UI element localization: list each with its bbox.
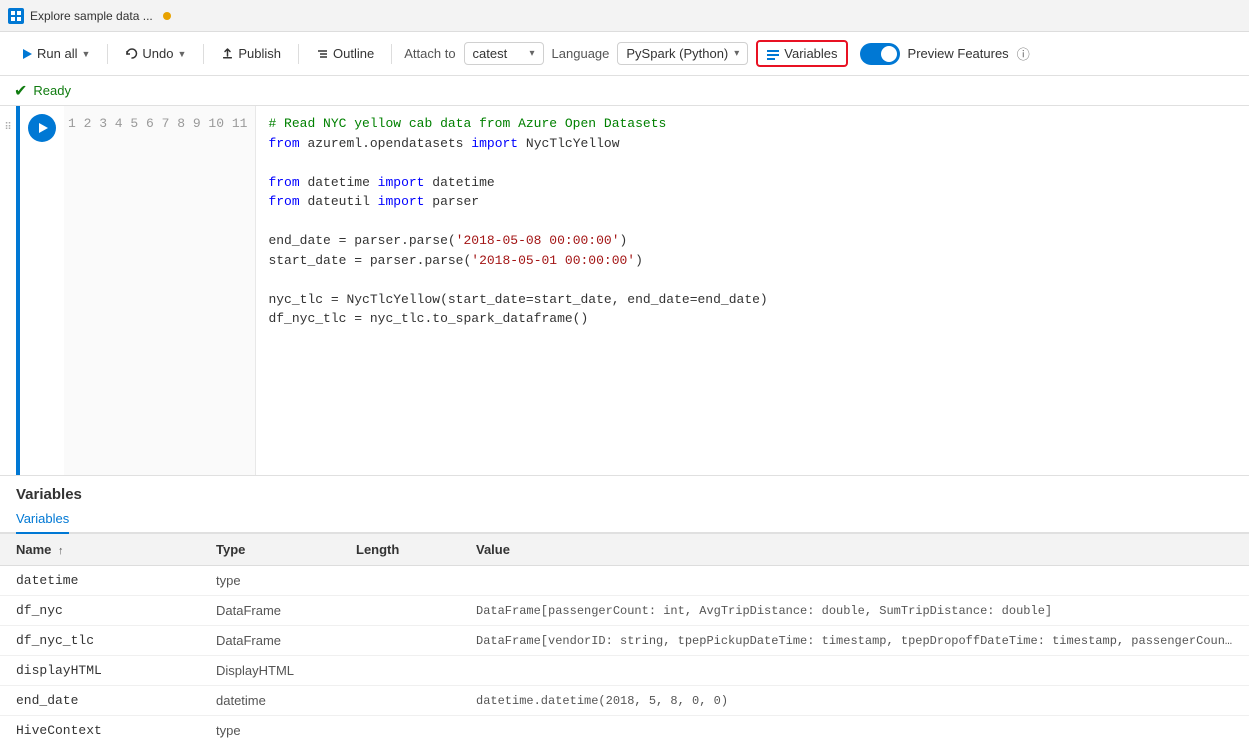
run-all-button[interactable]: Run all ▼ — [12, 41, 99, 66]
preview-features-toggle-container: Preview Features ⓘ — [860, 43, 1030, 65]
publish-button[interactable]: Publish — [212, 41, 290, 66]
cell-length — [340, 626, 460, 656]
cell-type: DisplayHTML — [200, 656, 340, 686]
cell-value — [460, 566, 1249, 596]
outline-icon — [316, 47, 329, 60]
cell-type: DataFrame — [200, 626, 340, 656]
run-all-chevron: ▼ — [81, 49, 90, 59]
table-row: df_nyc DataFrame DataFrame[passengerCoun… — [0, 596, 1249, 626]
cell-length — [340, 686, 460, 716]
cell-name: HiveContext — [0, 716, 200, 738]
run-cell-icon — [37, 122, 49, 134]
cell-type: type — [200, 716, 340, 738]
app-icon — [8, 8, 24, 24]
col-type[interactable]: Type — [200, 534, 340, 566]
attach-to-label: Attach to — [404, 46, 455, 61]
cell-type: DataFrame — [200, 596, 340, 626]
table-row: displayHTML DisplayHTML — [0, 656, 1249, 686]
language-dropdown[interactable]: PySpark (Python) ▾ — [617, 42, 748, 65]
col-value[interactable]: Value — [460, 534, 1249, 566]
col-length[interactable]: Length — [340, 534, 460, 566]
divider-4 — [391, 44, 392, 64]
variables-button[interactable]: Variables — [756, 40, 847, 67]
table-row: df_nyc_tlc DataFrame DataFrame[vendorID:… — [0, 626, 1249, 656]
variables-icon — [766, 47, 780, 61]
variables-table: Name ↑ Type Length Value datetime type d… — [0, 534, 1249, 738]
cell-value — [460, 716, 1249, 738]
cell-name: datetime — [0, 566, 200, 596]
sort-icon: ↑ — [58, 545, 64, 557]
preview-features-info-icon[interactable]: ⓘ — [1017, 44, 1030, 63]
divider-3 — [298, 44, 299, 64]
table-row: HiveContext type — [0, 716, 1249, 738]
publish-icon — [221, 47, 234, 60]
outline-button[interactable]: Outline — [307, 41, 383, 66]
code-section: ⠿ 1 2 3 4 5 6 7 8 9 10 11 # Read NYC yel… — [0, 106, 1249, 738]
cell-value — [460, 656, 1249, 686]
attach-to-dropdown[interactable]: catest ▾ — [464, 42, 544, 65]
unsaved-indicator — [163, 12, 171, 20]
cell-sidebar — [20, 106, 64, 475]
code-editor[interactable]: # Read NYC yellow cab data from Azure Op… — [256, 106, 1249, 475]
undo-icon — [125, 47, 138, 60]
drag-handle-icon: ⠿ — [4, 122, 11, 133]
language-label: Language — [552, 46, 610, 61]
variables-panel-title: Variables — [0, 476, 1249, 503]
code-area[interactable]: 1 2 3 4 5 6 7 8 9 10 11 # Read NYC yello… — [64, 106, 1249, 475]
toolbar: Run all ▼ Undo ▼ Publish Outline Attach … — [0, 32, 1249, 76]
cell-name: end_date — [0, 686, 200, 716]
divider-2 — [203, 44, 204, 64]
cell-value: DataFrame[vendorID: string, tpepPickupDa… — [460, 626, 1249, 656]
toggle-knob — [881, 46, 897, 62]
table-row: end_date datetime datetime.datetime(2018… — [0, 686, 1249, 716]
cell-value: DataFrame[passengerCount: int, AvgTripDi… — [460, 596, 1249, 626]
language-chevron: ▾ — [734, 48, 739, 59]
cell-name: df_nyc — [0, 596, 200, 626]
cell-length — [340, 566, 460, 596]
cell-type: type — [200, 566, 340, 596]
table-header-row: Name ↑ Type Length Value — [0, 534, 1249, 566]
cell-length — [340, 656, 460, 686]
run-all-icon — [21, 48, 33, 60]
ready-check-icon: ✔ — [14, 81, 27, 101]
cell-name: displayHTML — [0, 656, 200, 686]
divider-1 — [107, 44, 108, 64]
attach-to-chevron: ▾ — [530, 48, 535, 59]
cell-length — [340, 716, 460, 738]
undo-button[interactable]: Undo ▼ — [116, 41, 195, 66]
cell-gutter: ⠿ — [0, 106, 16, 475]
cell-type: datetime — [200, 686, 340, 716]
code-cell: ⠿ 1 2 3 4 5 6 7 8 9 10 11 # Read NYC yel… — [0, 106, 1249, 476]
undo-chevron: ▼ — [177, 49, 186, 59]
preview-features-toggle[interactable] — [860, 43, 900, 65]
status-bar: ✔ Ready — [0, 76, 1249, 106]
cell-value: datetime.datetime(2018, 5, 8, 0, 0) — [460, 686, 1249, 716]
variables-tab[interactable]: Variables — [16, 505, 69, 534]
variables-panel: Variables Variables Name ↑ Type Length — [0, 476, 1249, 738]
status-ready: ✔ Ready — [14, 81, 71, 101]
col-name[interactable]: Name ↑ — [0, 534, 200, 566]
cell-name: df_nyc_tlc — [0, 626, 200, 656]
variables-rows: datetime type df_nyc DataFrame DataFrame… — [0, 566, 1249, 738]
table-row: datetime type — [0, 566, 1249, 596]
line-numbers: 1 2 3 4 5 6 7 8 9 10 11 — [64, 106, 256, 475]
variables-table-container[interactable]: Name ↑ Type Length Value datetime type d… — [0, 534, 1249, 738]
title-bar: Explore sample data ... — [0, 0, 1249, 32]
preview-features-label: Preview Features — [908, 46, 1009, 61]
main-area: ⠿ 1 2 3 4 5 6 7 8 9 10 11 # Read NYC yel… — [0, 106, 1249, 738]
cell-length — [340, 596, 460, 626]
variables-tabs: Variables — [0, 505, 1249, 534]
run-cell-button[interactable] — [28, 114, 56, 142]
window-title: Explore sample data ... — [30, 9, 153, 23]
